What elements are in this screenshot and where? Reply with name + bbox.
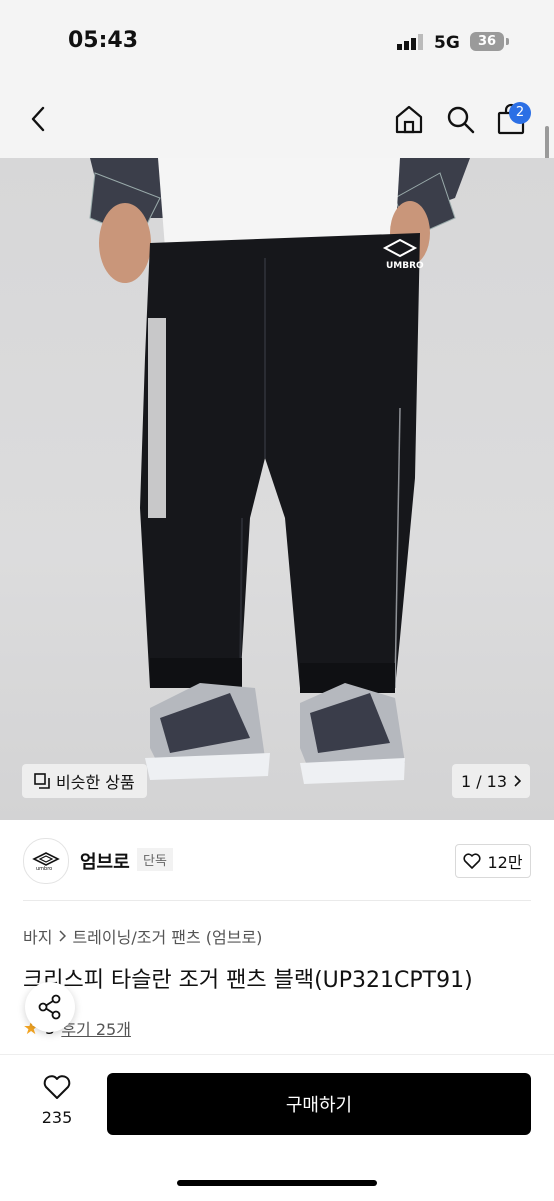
divider xyxy=(23,900,531,901)
buy-button[interactable]: 구매하기 xyxy=(107,1073,531,1135)
battery-tip xyxy=(506,38,509,45)
chevron-left-icon xyxy=(31,106,45,132)
brand-logo[interactable]: umbro xyxy=(23,838,69,884)
similar-items-label: 비슷한 상품 xyxy=(56,773,135,792)
heart-icon xyxy=(43,1075,71,1099)
breadcrumb: 바지 트레이닝/조거 팬츠 (엄브로) xyxy=(23,924,262,948)
wish-count: 235 xyxy=(41,1108,73,1127)
product-photo: UMBRO xyxy=(89,158,470,784)
product-image[interactable]: UMBRO xyxy=(0,158,554,820)
signal-icon xyxy=(397,34,423,50)
search-icon xyxy=(447,106,475,134)
cart-count-badge: 2 xyxy=(509,102,531,124)
svg-text:umbro: umbro xyxy=(36,866,52,871)
image-pager[interactable]: 1 / 13 xyxy=(452,764,530,798)
brand-like-button[interactable]: 12만 xyxy=(455,844,531,878)
brand-like-count: 12만 xyxy=(487,853,523,872)
home-button[interactable] xyxy=(392,102,426,136)
battery-icon: 36 xyxy=(470,32,504,51)
chevron-right-icon xyxy=(59,930,67,942)
share-button[interactable] xyxy=(25,982,75,1032)
brand-row: umbro 엄브로 단독 12만 xyxy=(0,836,554,884)
back-button[interactable] xyxy=(22,102,56,136)
home-indicator xyxy=(177,1180,377,1186)
pager-text: 1 / 13 xyxy=(460,771,508,791)
status-time: 05:43 xyxy=(68,28,139,53)
share-icon xyxy=(38,994,61,1020)
chevron-right-icon xyxy=(514,775,522,787)
umbro-logo-icon: umbro xyxy=(32,852,60,871)
review-link[interactable]: 후기 25개 xyxy=(61,1016,131,1040)
product-title: 크리스피 타슬란 조거 팬츠 블랙(UP321CPT91) xyxy=(23,968,473,993)
exclusive-tag: 단독 xyxy=(137,848,173,871)
copy-icon xyxy=(34,773,50,789)
heart-icon xyxy=(463,853,481,869)
similar-items-button[interactable]: 비슷한 상품 xyxy=(22,764,147,798)
wish-button[interactable]: 235 xyxy=(30,1074,84,1134)
home-icon xyxy=(395,105,423,134)
breadcrumb-category[interactable]: 바지 xyxy=(23,924,52,948)
network-label: 5G xyxy=(434,33,460,53)
status-bar: 05:43 5G 36 xyxy=(0,0,554,80)
search-button[interactable] xyxy=(443,102,477,136)
top-nav xyxy=(0,80,554,158)
umbro-text: UMBRO xyxy=(386,261,424,271)
brand-name[interactable]: 엄브로 xyxy=(80,848,130,874)
breadcrumb-subcategory[interactable]: 트레이닝/조거 팬츠 (엄브로) xyxy=(72,924,262,948)
